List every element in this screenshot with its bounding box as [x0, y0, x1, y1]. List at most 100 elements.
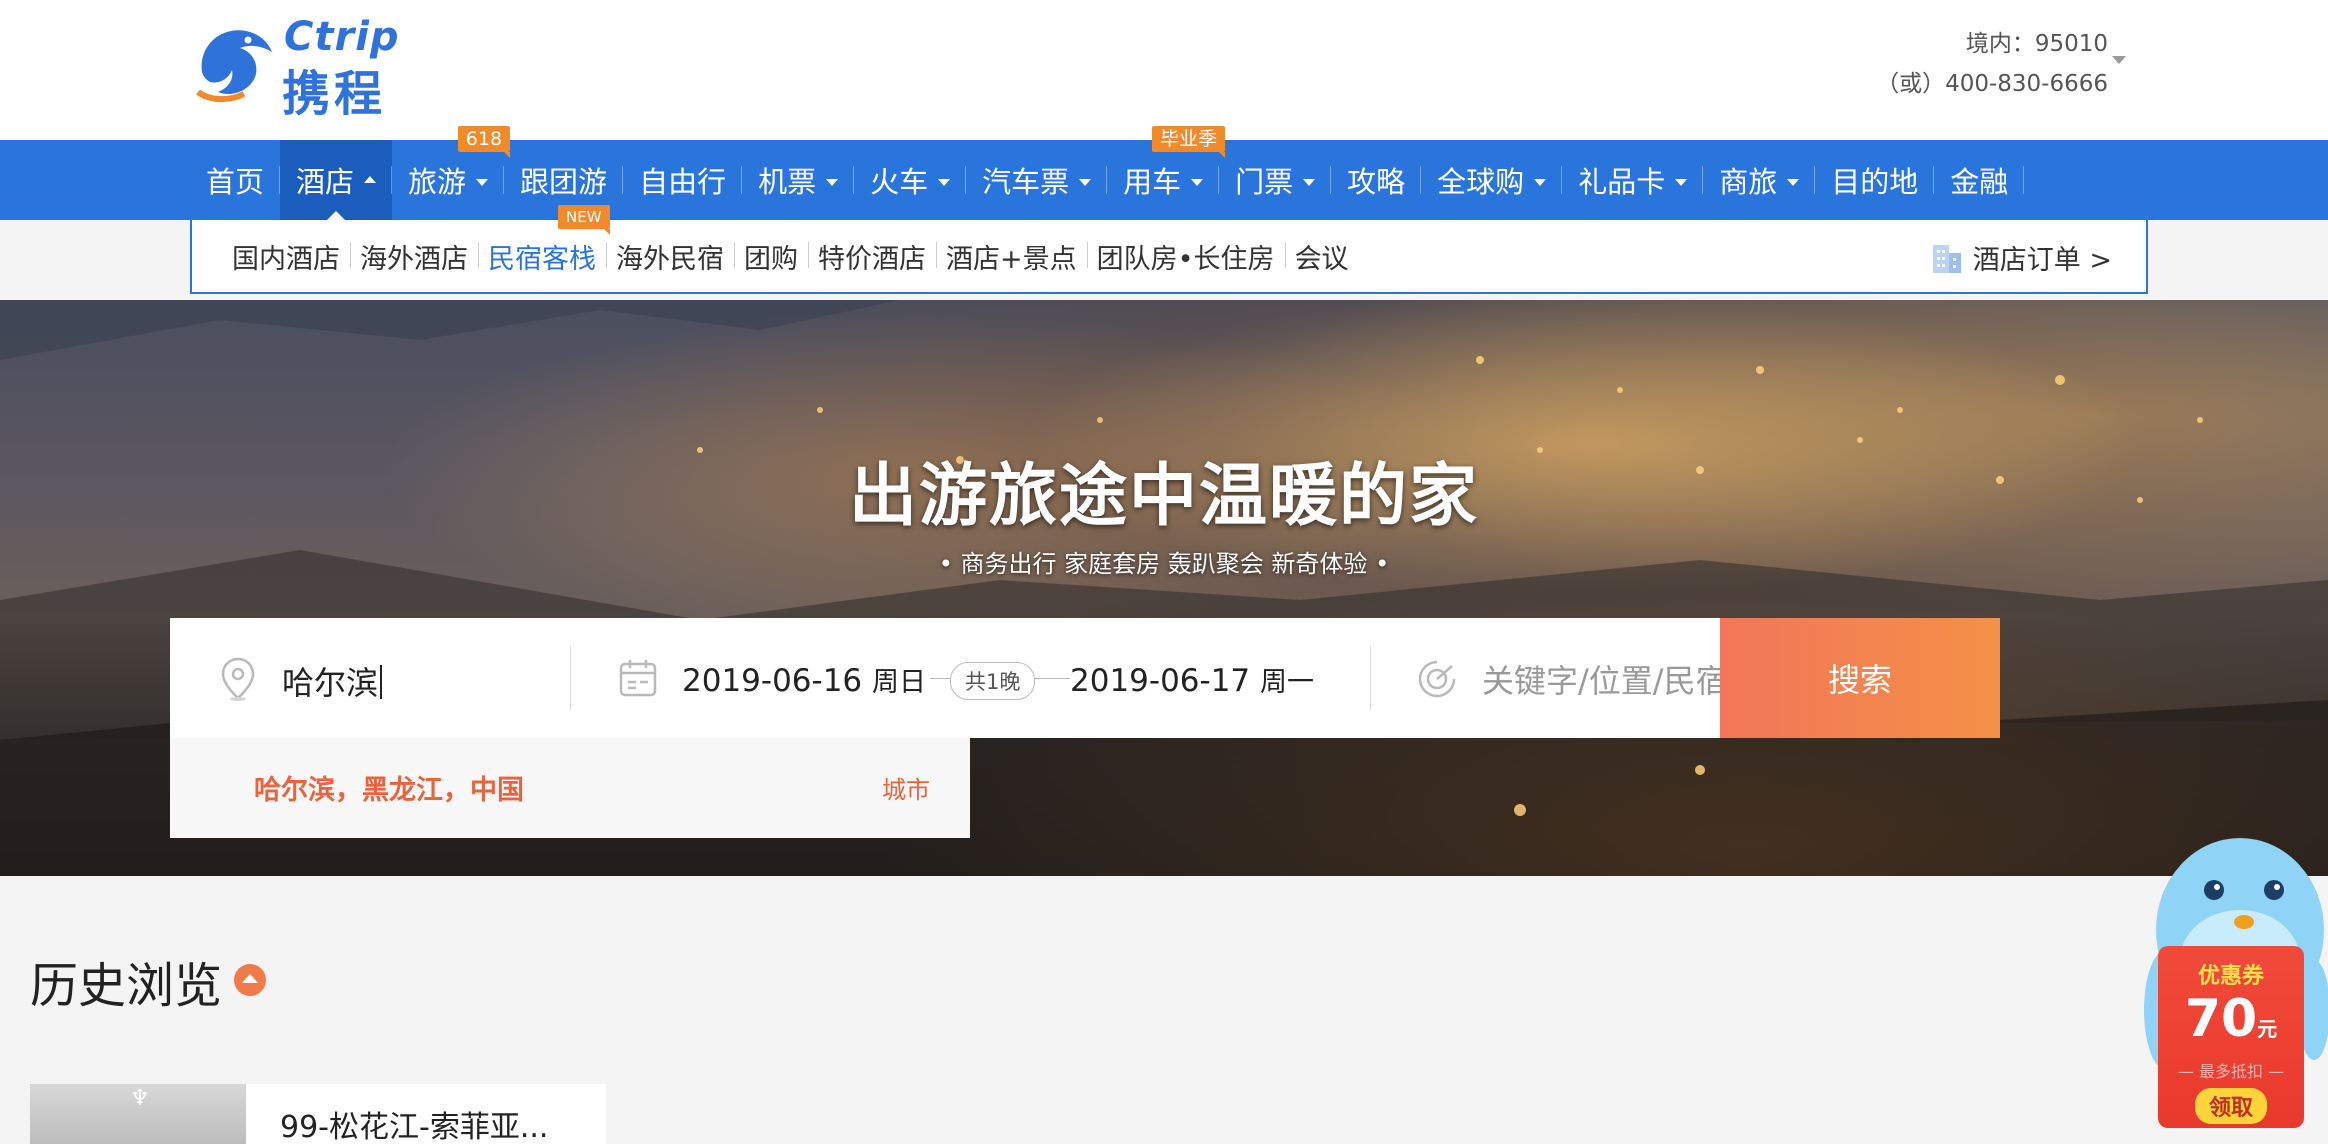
- nav-item-label: 旅游: [408, 165, 467, 199]
- site-header: Ctrip 携程 境内：95010 （或）400-830-6666: [0, 0, 2328, 140]
- sub-nav-item[interactable]: 团队房•长住房: [1086, 237, 1285, 276]
- coupon-unit: 元: [2257, 1017, 2278, 1041]
- caret-down-icon: [1079, 178, 1092, 186]
- nights-count: 共1晚: [950, 662, 1036, 700]
- nav-badge: 毕业季: [1152, 126, 1226, 158]
- suggestion-item[interactable]: 哈尔滨，黑龙江，中国 城市: [170, 738, 970, 838]
- suggestion-name: 哈尔滨，黑龙江，中国: [254, 775, 524, 806]
- nav-item-label: 酒店: [296, 165, 355, 199]
- coupon-claim-button[interactable]: 领取: [2194, 1088, 2267, 1124]
- hotel-orders-link[interactable]: 酒店订单 >: [1931, 238, 2112, 277]
- nav-item-label: 门票: [1235, 165, 1294, 199]
- dolphin-logo-icon: [196, 30, 272, 102]
- nav-item[interactable]: 攻略: [1331, 140, 1422, 220]
- search-button[interactable]: 搜索: [1720, 618, 2000, 738]
- history-item[interactable]: ♆ 99-松花江-索菲亚...: [30, 1084, 606, 1144]
- nav-item-label: 礼品卡: [1578, 165, 1666, 199]
- nav-item-label: 金融: [1950, 165, 2009, 199]
- nav-item-label: 首页: [206, 165, 265, 199]
- sub-nav-item[interactable]: 特价酒店: [808, 237, 936, 276]
- sub-nav-item[interactable]: 会议: [1284, 237, 1359, 276]
- nav-item[interactable]: 门票: [1219, 140, 1332, 220]
- chandelier-icon: ♆: [130, 1086, 150, 1111]
- nav-item[interactable]: 首页: [190, 140, 281, 220]
- text-cursor: [380, 665, 383, 699]
- caret-down-icon: [1675, 178, 1688, 186]
- logo-chinese: 携程: [282, 66, 387, 122]
- nav-item[interactable]: 火车: [854, 140, 967, 220]
- main-nav: 首页 酒店 旅游 618 跟团游 自由行 机票 火车 汽车票 用车 毕业季 门票 攻略 全球购 礼品卡 商旅 目…: [0, 126, 2328, 220]
- coupon-note: — 最多抵扣 —: [2177, 1062, 2285, 1081]
- nav-item-label: 跟团游: [520, 165, 608, 199]
- hotline-alt: （或）400-830-6666: [1876, 71, 2108, 97]
- nav-item-label: 火车: [870, 165, 929, 199]
- nav-item[interactable]: 用车 毕业季: [1107, 126, 1226, 220]
- checkout-weekday: 周一: [1260, 667, 1315, 698]
- nav-item[interactable]: 汽车票: [966, 140, 1108, 220]
- sub-nav-item[interactable]: 海外酒店: [350, 237, 478, 276]
- divider: [1370, 646, 1371, 710]
- coupon-badge[interactable]: 优惠券 70元 — 最多抵扣 — 领取: [2158, 946, 2304, 1128]
- hotel-sub-nav: 国内酒店 海外酒店 民宿客栈 NEW 海外民宿 团购 特价酒店 酒店+景点 团队房•长住房 会议 …: [190, 204, 2148, 294]
- ctrip-logo[interactable]: Ctrip 携程: [188, 14, 438, 122]
- collapse-icon[interactable]: [234, 964, 266, 996]
- new-badge: NEW: [558, 204, 610, 235]
- search-bar: 哈尔滨 2019-06-16 周日 共1晚 2019-06-17 周一 关键字/…: [170, 618, 1890, 738]
- city-value: 哈尔滨: [282, 664, 379, 702]
- keyword-input[interactable]: 关键字/位置/民宿名: [1482, 656, 1760, 702]
- nav-item-label: 攻略: [1347, 165, 1406, 199]
- nav-item[interactable]: 商旅: [1703, 140, 1816, 220]
- coupon-amount: 70元: [2158, 990, 2304, 1058]
- building-icon: [1932, 244, 1961, 273]
- nav-item-label: 汽车票: [982, 165, 1070, 199]
- target-icon: [1418, 660, 1456, 698]
- history-item-name: 99-松花江-索菲亚...: [280, 1110, 549, 1144]
- hotline-dropdown-icon[interactable]: [2112, 56, 2126, 64]
- nav-item-label: 目的地: [1831, 165, 1919, 199]
- suggestion-type: 城市: [882, 776, 930, 804]
- nav-item[interactable]: 金融: [1934, 140, 2025, 220]
- nav-item[interactable]: 礼品卡: [1562, 140, 1704, 220]
- caret-down-icon: [1787, 178, 1800, 186]
- hero-subtitle: • 商务出行 家庭套房 轰趴聚会 新奇体验 •: [938, 550, 1390, 578]
- checkout-date: 2019-06-17: [1070, 663, 1251, 699]
- nav-item-label: 机票: [758, 165, 817, 199]
- city-suggestion-dropdown: 哈尔滨，黑龙江，中国 城市: [170, 738, 970, 838]
- caret-down-icon: [1534, 178, 1547, 186]
- nights-indicator: 共1晚: [930, 662, 1070, 700]
- nav-item[interactable]: 酒店: [280, 140, 393, 220]
- checkin-date: 2019-06-16: [682, 663, 863, 699]
- nav-item-label: 用车: [1123, 165, 1182, 199]
- sub-nav-item[interactable]: 酒店+景点: [936, 237, 1087, 276]
- nav-item-label: 全球购: [1437, 165, 1525, 199]
- active-pointer: [327, 211, 346, 220]
- nav-item[interactable]: 目的地: [1815, 140, 1935, 220]
- checkin-date-field[interactable]: 2019-06-16 周日: [682, 660, 926, 699]
- nav-item[interactable]: 机票: [742, 140, 855, 220]
- sub-nav-item[interactable]: 海外民宿: [606, 237, 734, 276]
- nav-item[interactable]: 旅游 618: [392, 126, 511, 220]
- coupon-amount-value: 70: [2184, 989, 2258, 1049]
- checkout-date-field[interactable]: 2019-06-17 周一: [1070, 660, 1314, 699]
- nav-badge: 618: [457, 126, 511, 158]
- caret-down-icon: [1191, 178, 1204, 186]
- sub-nav-item[interactable]: 国内酒店: [222, 237, 350, 276]
- hotline-domestic: 境内：95010: [1965, 31, 2108, 57]
- nav-item[interactable]: 全球购: [1421, 140, 1563, 220]
- caret-down-icon: [1303, 178, 1316, 186]
- nav-item-label: 自由行: [639, 165, 727, 199]
- sub-nav-item[interactable]: 民宿客栈 NEW: [478, 204, 610, 276]
- nav-item-label: 商旅: [1719, 165, 1778, 199]
- calendar-icon: [619, 660, 657, 697]
- history-title: 历史浏览: [30, 958, 223, 1014]
- history-thumbnail: ♆: [30, 1084, 246, 1144]
- nav-item[interactable]: 自由行: [623, 140, 743, 220]
- caret-down-icon: [826, 178, 839, 186]
- hero-title: 出游旅途中温暖的家: [848, 457, 1479, 536]
- hotel-orders-label: 酒店订单 >: [1972, 245, 2112, 276]
- sub-nav-item[interactable]: 团购: [734, 237, 808, 276]
- caret-down-icon: [476, 178, 489, 186]
- city-input[interactable]: 哈尔滨: [282, 658, 383, 704]
- hotline[interactable]: 境内：95010 （或）400-830-6666: [1876, 24, 2108, 104]
- caret-down-icon: [938, 178, 951, 186]
